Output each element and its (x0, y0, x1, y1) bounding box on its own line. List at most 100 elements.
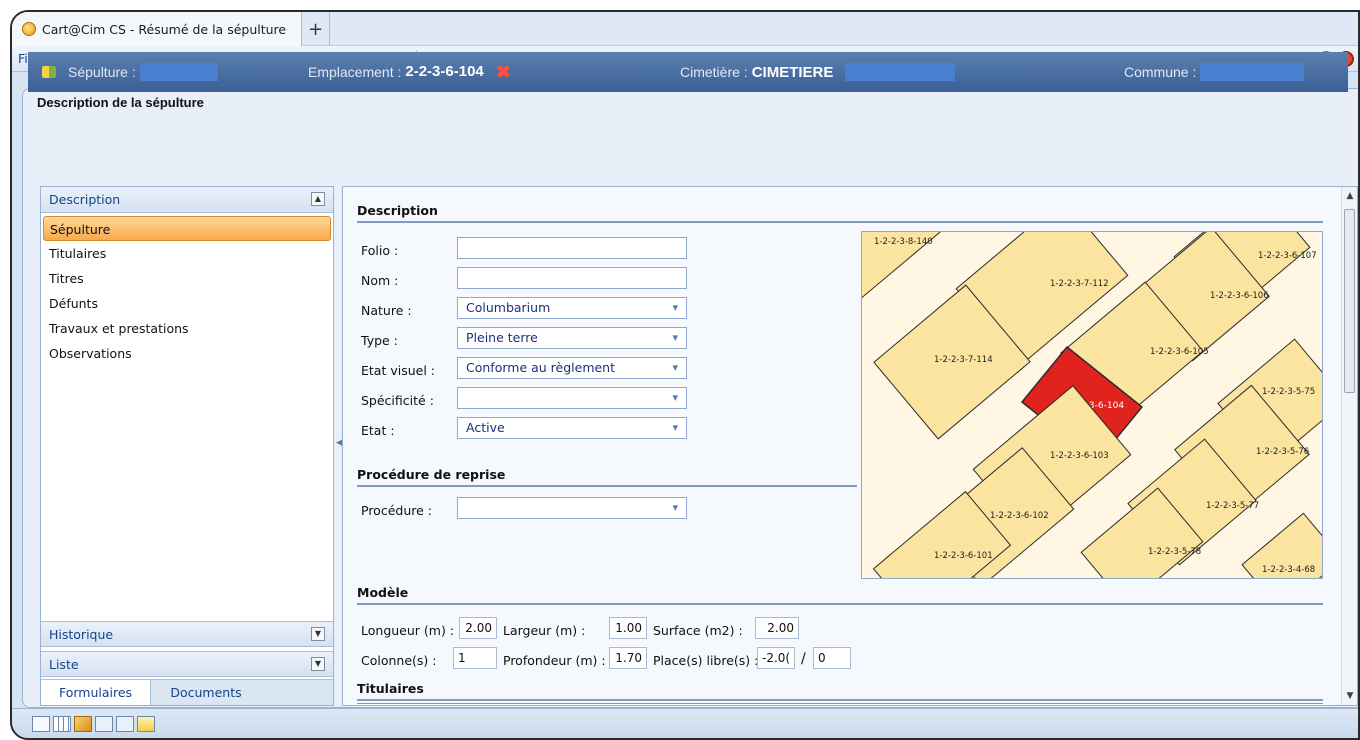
places-total-field[interactable]: 0 (813, 647, 851, 669)
emplacement-value: 2-2-3-6-104 (405, 63, 484, 80)
report-icon[interactable] (137, 715, 155, 732)
nav-tabs: Formulaires Documents (41, 679, 333, 705)
form-content: Description Folio : Nom : Nature : Colum… (342, 186, 1358, 706)
tab-formulaires[interactable]: Formulaires (41, 680, 151, 705)
cemetery-map[interactable]: 1-2-2-3-8-140 1-2-2-3-6-107 1-2-2-3-7-112 1… (861, 231, 1323, 579)
specificite-label: Spécificité : (361, 393, 434, 408)
colonnes-field[interactable]: 1 (453, 647, 497, 669)
list-icon[interactable] (116, 715, 134, 732)
map-plot-label: 1-2-2-3-7-114 (934, 355, 993, 365)
etat-visuel-select[interactable]: Conforme au règlement (457, 357, 687, 379)
type-label: Type : (361, 333, 398, 348)
historique-label: Historique (49, 626, 114, 642)
expand-down-icon[interactable]: ▼ (311, 627, 325, 641)
document-tab[interactable]: Cart@Cim CS - Résumé de la sépulture (12, 12, 302, 46)
folio-label: Folio : (361, 243, 399, 258)
map-plot-label: 1-2-2-3-6-106 (1210, 291, 1269, 301)
status-bar (12, 708, 1358, 738)
nature-label: Nature : (361, 303, 412, 318)
banner-emplacement: Emplacement : 2-2-3-6-104 ✖ (308, 63, 511, 81)
longueur-field[interactable]: 2.00 (459, 617, 497, 639)
largeur-label: Largeur (m) : (503, 623, 586, 638)
tab-documents[interactable]: Documents (151, 680, 261, 705)
map-canvas[interactable]: 1-2-2-3-8-140 1-2-2-3-6-107 1-2-2-3-7-112 1… (862, 232, 1323, 579)
map-plot-label: 1-2-2-3-5-77 (1206, 501, 1259, 511)
section-description-title: Description (357, 203, 1323, 223)
map-plot-label: 1-2-2-3-6-102 (990, 511, 1049, 521)
nav-item-titulaires[interactable]: Titulaires (41, 241, 333, 266)
places-separator: / (801, 651, 806, 667)
nav-item-defunts[interactable]: Défunts (41, 291, 333, 316)
profondeur-label: Profondeur (m) : (503, 653, 606, 668)
tab-bar: Cart@Cim CS - Résumé de la sépulture + (12, 12, 1358, 46)
nav-header-liste[interactable]: Liste ▼ (41, 651, 333, 677)
nav-item-observations[interactable]: Observations (41, 341, 333, 366)
longueur-label: Longueur (m) : (361, 623, 455, 638)
largeur-field[interactable]: 1.00 (609, 617, 647, 639)
nav-item-titres[interactable]: Titres (41, 266, 333, 291)
tab-title: Cart@Cim CS - Résumé de la sépulture (42, 21, 287, 37)
map-plot-label: 1-2-2-3-7-112 (1050, 279, 1109, 289)
nom-label: Nom : (361, 273, 399, 288)
commune-value-field (1200, 63, 1305, 81)
grid-icon[interactable] (53, 715, 71, 732)
map-plot-label: 1-2-2-3-5-76 (1256, 447, 1309, 457)
left-navigation: Description ▲ Sépulture Titulaires Titre… (40, 186, 334, 706)
banner-sepulture: Sépulture : (42, 63, 218, 81)
new-tab-button[interactable]: + (302, 12, 330, 46)
expand-down-icon[interactable]: ▼ (311, 657, 325, 671)
places-libres-label: Place(s) libre(s) : (653, 653, 759, 668)
section-reprise-title: Procédure de reprise (357, 467, 857, 487)
surface-label: Surface (m2) : (653, 623, 743, 638)
surface-field[interactable]: 2.00 (755, 617, 799, 639)
type-select[interactable]: Pleine terre (457, 327, 687, 349)
map-plot-label: 1-2-2-3-5-75 (1262, 387, 1315, 397)
procedure-label: Procédure : (361, 503, 432, 518)
liste-label: Liste (49, 656, 79, 672)
nav-list: Sépulture Titulaires Titres Défunts Trav… (41, 213, 333, 369)
section-modele-title: Modèle (357, 585, 1323, 605)
commune-label: Commune : (1124, 64, 1197, 80)
profondeur-field[interactable]: 1.70 (609, 647, 647, 669)
map-plot-label: 1-2-2-3-6-107 (1258, 251, 1317, 261)
remove-icon[interactable]: ✖ (496, 63, 511, 81)
nav-item-travaux[interactable]: Travaux et prestations (41, 316, 333, 341)
app-logo-icon (22, 22, 36, 36)
titulaires-table-header (357, 703, 1323, 705)
map-plot-label: 1-2-2-3-4-68 (1262, 565, 1315, 575)
flag-icon (42, 66, 56, 78)
app-window: Cart@Cim CS - Résumé de la sépulture + F… (10, 10, 1360, 740)
folio-field[interactable] (457, 237, 687, 259)
content-scrollbar[interactable]: ▲ ▼ (1341, 187, 1357, 705)
panel-title: Description de la sépulture (37, 95, 204, 110)
nav-header-description[interactable]: Description ▲ (41, 187, 333, 213)
etat-visuel-label: Etat visuel : (361, 363, 435, 378)
nav-header-label: Description (49, 192, 121, 207)
banner-cimetiere: Cimetière : CIMETIERE (680, 63, 956, 81)
info-banner: Sépulture : Emplacement : 2-2-3-6-104 ✖ … (28, 52, 1348, 92)
places-libres-field[interactable]: -2.0( (757, 647, 795, 669)
colonnes-label: Colonne(s) : (361, 653, 437, 668)
brush-icon[interactable] (74, 715, 92, 732)
nature-select[interactable]: Columbarium (457, 297, 687, 319)
cimetiere-extra-field (845, 63, 956, 81)
nav-item-sepulture[interactable]: Sépulture (43, 216, 331, 241)
map-plot-label: 1-2-2-3-6-105 (1150, 347, 1209, 357)
nav-header-historique[interactable]: Historique ▼ (41, 621, 333, 647)
scroll-up-icon[interactable]: ▲ (1342, 191, 1357, 201)
collapse-up-icon[interactable]: ▲ (311, 192, 325, 206)
sepulture-value-field (139, 63, 218, 81)
etat-label: Etat : (361, 423, 395, 438)
scroll-thumb[interactable] (1344, 209, 1355, 393)
scroll-down-icon[interactable]: ▼ (1342, 691, 1357, 701)
etat-select[interactable]: Active (457, 417, 687, 439)
section-titulaires-title: Titulaires (357, 681, 1323, 701)
form-icon[interactable] (95, 715, 113, 732)
nom-field[interactable] (457, 267, 687, 289)
specificite-select[interactable] (457, 387, 687, 409)
map-plot-label: 1-2-2-3-8-140 (874, 237, 933, 247)
banner-commune: Commune : (1124, 63, 1305, 81)
procedure-select[interactable] (457, 497, 687, 519)
table-icon[interactable] (32, 715, 50, 732)
sepulture-label: Sépulture : (68, 64, 136, 80)
